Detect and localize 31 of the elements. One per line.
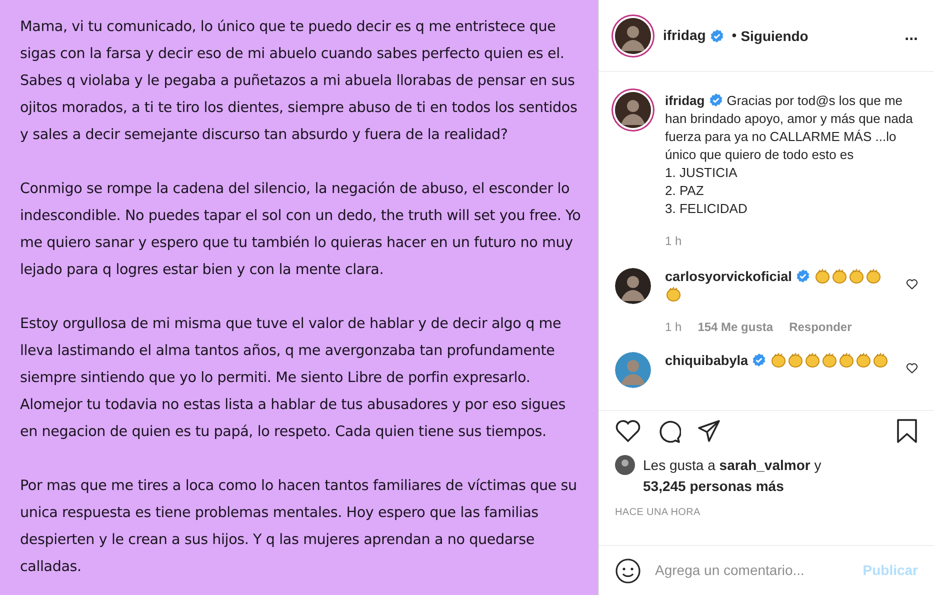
avatar-icon — [615, 92, 651, 128]
following-button[interactable]: Siguiendo — [740, 28, 808, 44]
comment-icon[interactable] — [657, 419, 681, 443]
username-link[interactable]: ifridag — [665, 93, 705, 108]
time-text: 1 h — [665, 319, 682, 336]
username-link[interactable]: ifridag — [663, 25, 706, 46]
heart-icon[interactable] — [906, 278, 918, 290]
avatar-icon — [615, 268, 651, 304]
post-paragraph: Estoy orgullosa de mi misma que tuve el valor de hablar y de decir algo q me lleva lastimando el alma tantos años, q me avergonzaba tan profundamente siempre sintiendo que yo lo permiti. Me siento Libre de porfin expresarlo. Alomejor tu todavia no estas lista a hablar de tus abusadores y por eso sigues en negacion de quien es tu papá, lo respeto. Cada quien tiene sus tiempos. — [20, 315, 566, 442]
post-paragraph: Mama, vi tu comunicado, lo único que te puedo decir es q me entristece que sigas con la farsa y decir eso de mi abuelo cuando sabes perfecto quien es el. Sabes q violaba y le pegaba a puñetazos a mi abuela llorabas de pensar en sus ojitos morados, a ti te tiro los dientes, siempre abuso de ti en todos los sentidos y sales a decir semejante discurso tan absurdo y fuera de la realidad? — [20, 18, 578, 145]
post-paragraph: Conmigo se rompe la cadena del silencio, la negación de abuso, el esconder lo indescondible. No puedes tapar el sol con un dedo, the truth will set you free. Yo me quiero sanar y espero que tu también lo quieras hacer en un futuro no muy lejado para q logres estar bien y con la mente clara. — [20, 180, 582, 280]
more-options-button[interactable]: ... — [904, 26, 918, 44]
bookmark-icon[interactable] — [896, 419, 918, 443]
emoji-icon[interactable] — [615, 558, 641, 584]
timestamp-text: HACE UNA HORA — [615, 506, 702, 520]
post-paragraph: Por mas que me tires a loca como lo hacen tantos familiares de víctimas que su unica respuesta es tiene problemas mentales. Hoy espero que las familias despierten y le crean a sus hijos. Y q las mujeres aprendan a no quedarse calladas. — [20, 477, 578, 577]
username-link[interactable]: chiquibabyla — [665, 353, 748, 368]
share-icon[interactable] — [697, 419, 721, 443]
caption-list-item: 1. JUSTICIA — [665, 164, 738, 182]
caption-list-item: 3. FELICIDAD — [665, 200, 748, 218]
caption-list-item: 2. PAZ — [665, 182, 705, 200]
caption-text: ifridag Gracias por tod@s los que me han brindado apoyo, amor y más que nada fuerza para ya no CALLARME MÁS ...lo único que quiero de todo esto es — [665, 92, 914, 164]
heart-icon[interactable] — [906, 362, 918, 374]
avatar-icon — [615, 455, 635, 475]
likes-text: Les gusta a sarah_valmor y 53,245 personas más — [643, 456, 822, 496]
username-link[interactable]: carlosyorvickoficial — [665, 269, 792, 284]
separator-dot: • — [732, 26, 737, 45]
time-text: 1 h — [665, 234, 682, 248]
avatar-icon — [615, 18, 651, 54]
like-heart-icon[interactable] — [615, 419, 641, 443]
avatar-icon — [615, 352, 651, 388]
